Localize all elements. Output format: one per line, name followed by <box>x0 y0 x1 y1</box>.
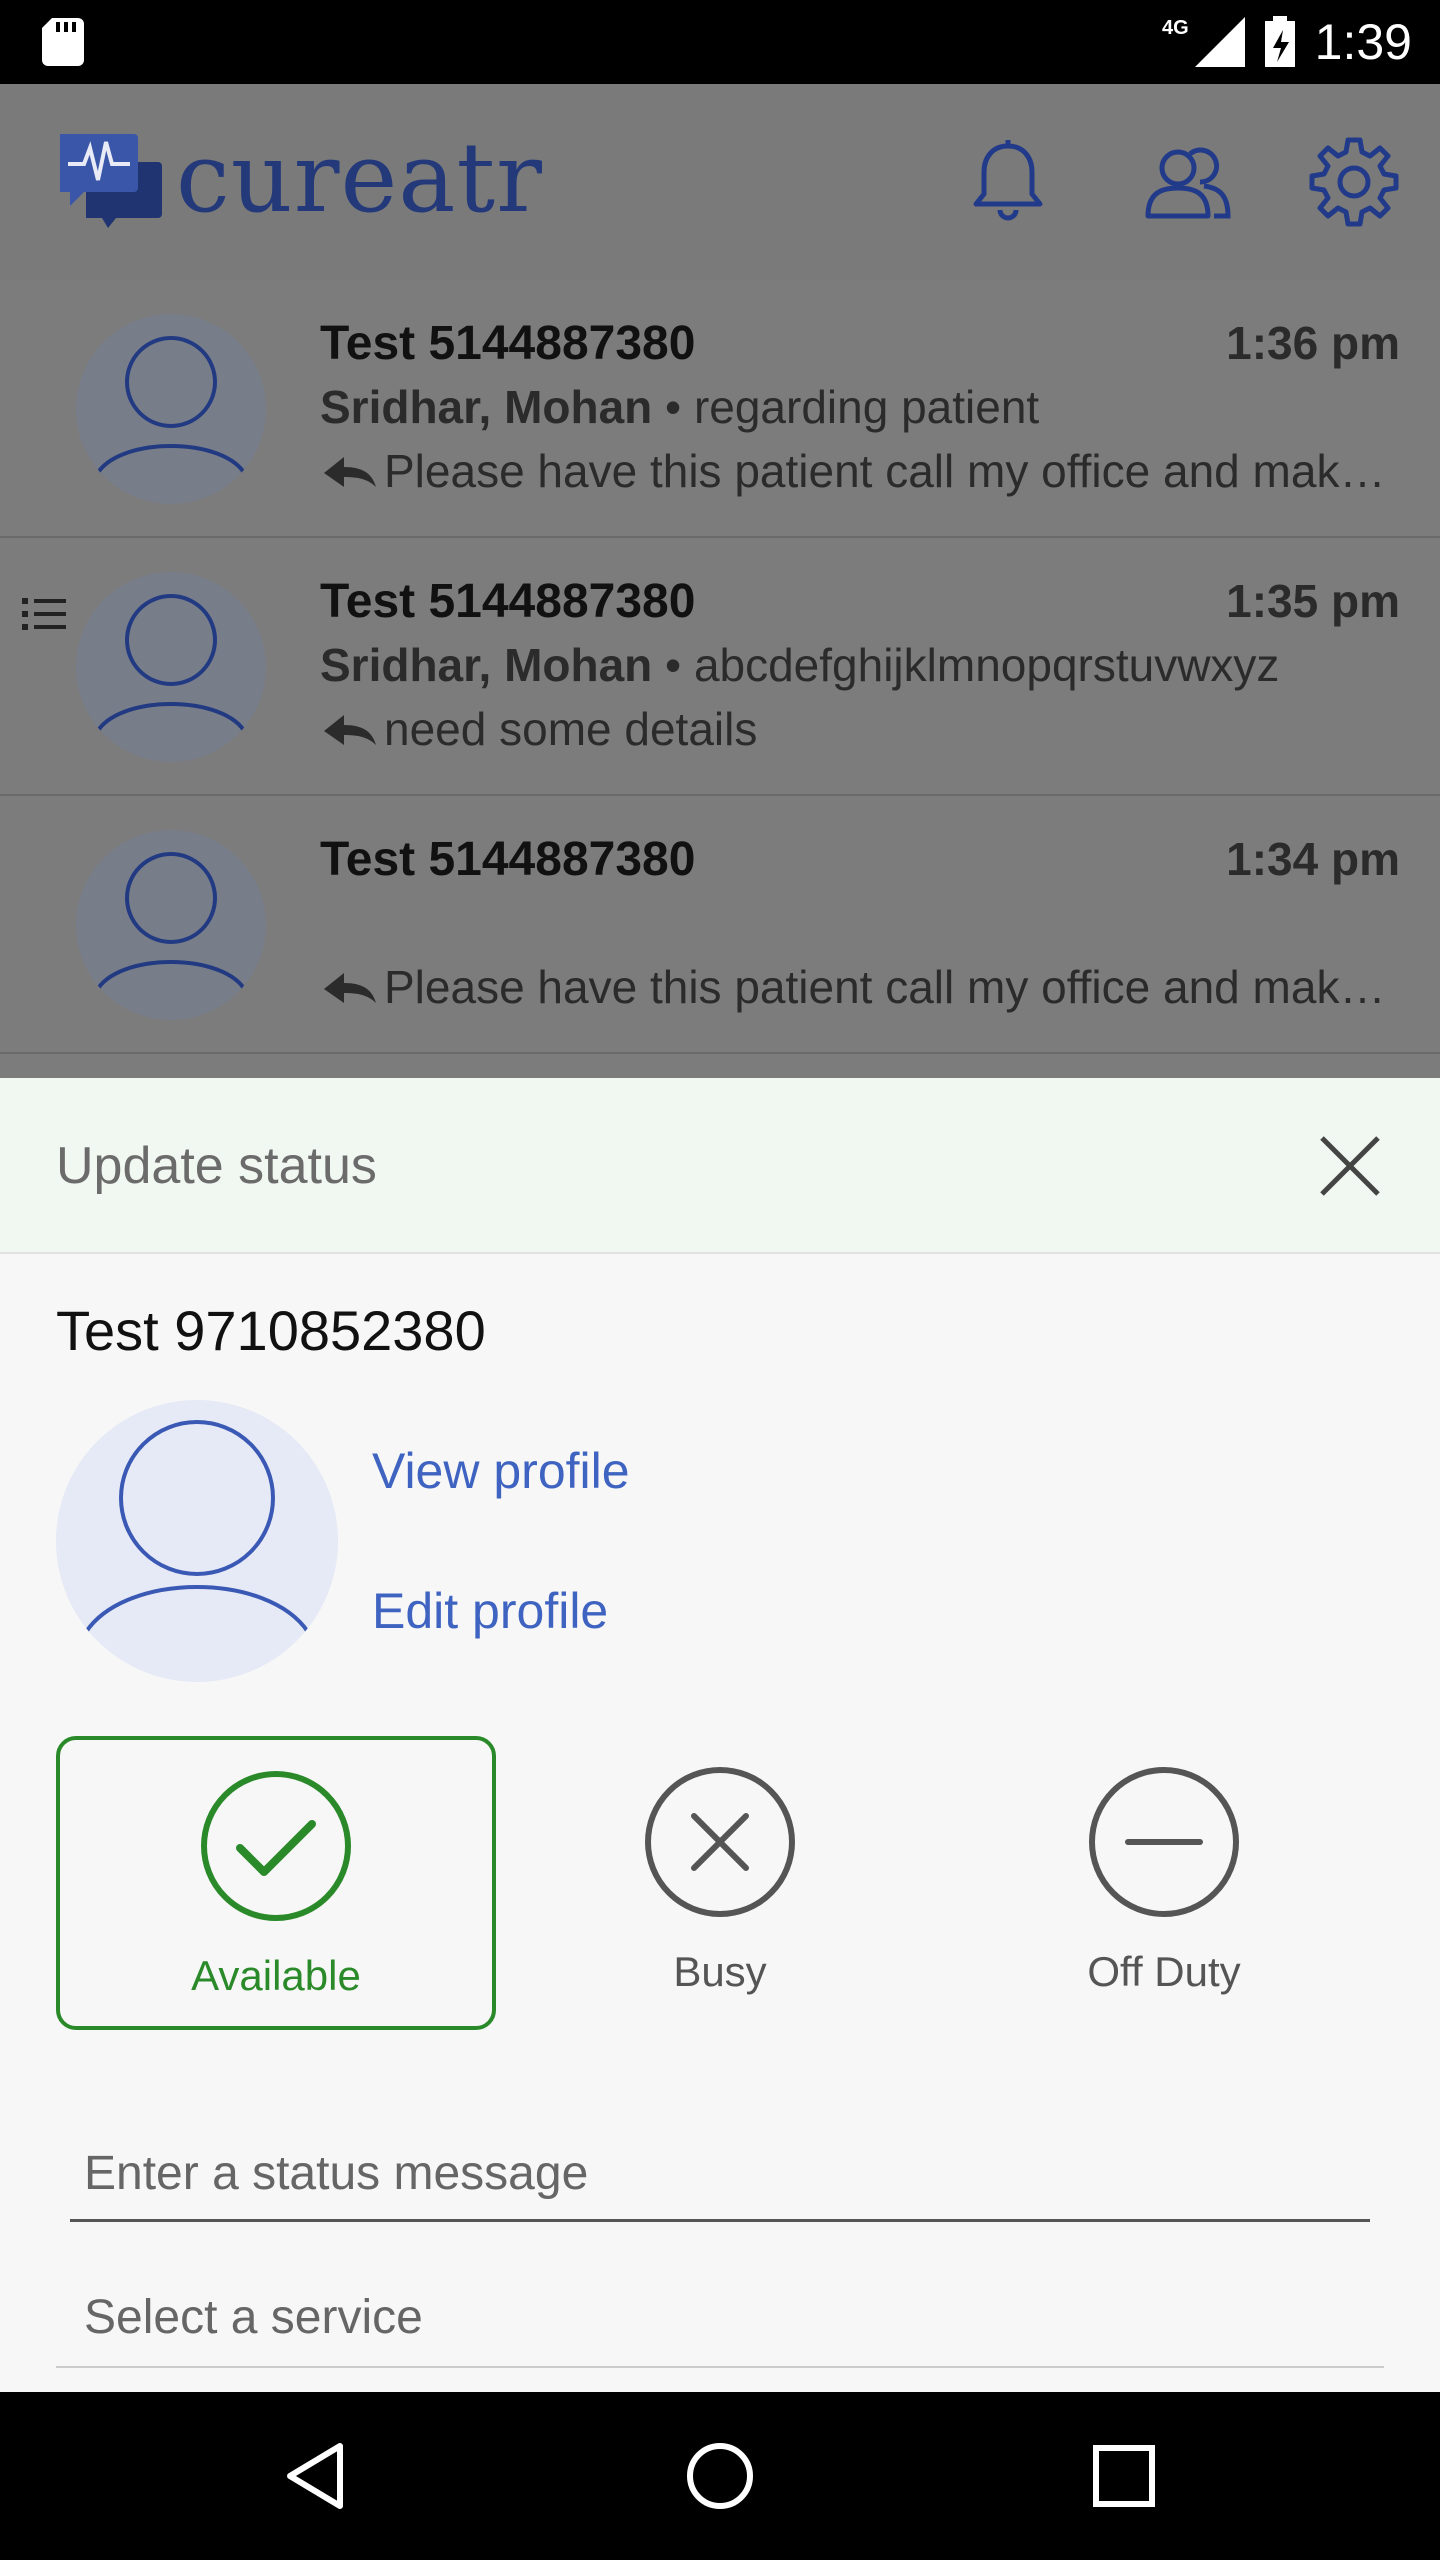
message-preview-text: need some details <box>384 703 758 755</box>
network-type: 4G <box>1161 16 1189 39</box>
app-logo: cureatr <box>58 128 543 228</box>
avatar <box>76 830 266 1020</box>
service-select[interactable]: Select a service <box>56 2274 1384 2368</box>
message-subject: regarding patient <box>693 381 1040 433</box>
profile-avatar <box>56 1400 338 1682</box>
status-message-field <box>70 2130 1370 2222</box>
avatar <box>76 572 266 762</box>
message-sender: Sridhar, Mohan <box>320 639 653 691</box>
status-off-duty-option[interactable]: Off Duty <box>944 1736 1384 2030</box>
message-subject: abcdefghijklmnopqrstuvwxyz <box>693 639 1280 691</box>
message-preview-text: Please have this patient call my office … <box>384 445 1410 497</box>
gear-icon[interactable] <box>1306 132 1402 228</box>
battery-icon <box>1264 16 1295 67</box>
status-label: Available <box>191 1952 361 1999</box>
contacts-icon[interactable] <box>1140 132 1236 228</box>
meta-separator: • <box>652 639 694 691</box>
sheet-header: Update status <box>0 1078 1440 1254</box>
close-icon[interactable] <box>1312 1128 1388 1204</box>
message-time: 1:35 pm <box>1226 575 1400 627</box>
check-circle-icon <box>201 1771 351 1921</box>
status-label: Busy <box>673 1948 767 1995</box>
message-list: Test 5144887380 1:36 pm Sridhar, Mohan •… <box>0 280 1440 1078</box>
message-preview: Please have this patient call my office … <box>320 444 1410 498</box>
list-item[interactable]: Test 5144887380 1:35 pm Sridhar, Mohan •… <box>0 538 1440 796</box>
message-title: Test 5144887380 <box>320 833 696 886</box>
status-available-option[interactable]: Available <box>56 1736 496 2030</box>
sheet-title: Update status <box>56 1137 377 1195</box>
message-preview-text: Please have this patient call my office … <box>384 961 1410 1013</box>
sd-card-icon <box>42 18 84 66</box>
message-meta: Sridhar, Mohan • abcdefghijklmnopqrstuvw… <box>320 638 1279 692</box>
app-bar: cureatr <box>0 84 1440 280</box>
message-title: Test 5144887380 <box>320 575 696 628</box>
reply-icon <box>324 457 376 487</box>
reply-icon <box>324 715 376 745</box>
status-label: Off Duty <box>1087 1948 1241 1995</box>
cureatr-logo-icon <box>60 134 162 228</box>
meta-separator: • <box>652 381 694 433</box>
recents-icon[interactable] <box>1084 2436 1164 2516</box>
list-icon[interactable] <box>20 592 68 636</box>
message-sender: Sridhar, Mohan <box>320 381 653 433</box>
update-status-sheet: Update status Test 9710852380 View profi… <box>0 1078 1440 2392</box>
bell-icon[interactable] <box>960 132 1056 228</box>
status-message-input[interactable] <box>70 2130 1370 2216</box>
navigation-bar <box>0 2392 1440 2560</box>
message-meta: Sridhar, Mohan • regarding patient <box>320 380 1039 434</box>
clock: 1:39 <box>1314 14 1412 70</box>
signal-icon <box>1194 17 1245 67</box>
avatar <box>76 314 266 504</box>
message-title: Test 5144887380 <box>320 317 696 370</box>
edit-profile-link[interactable]: Edit profile <box>372 1582 608 1640</box>
back-icon[interactable] <box>276 2436 356 2516</box>
user-name: Test 9710852380 <box>56 1299 486 1362</box>
list-item[interactable]: Test 5144887380 1:36 pm Sridhar, Mohan •… <box>0 280 1440 538</box>
x-circle-icon <box>645 1767 795 1917</box>
home-icon[interactable] <box>680 2436 760 2516</box>
message-preview: Please have this patient call my office … <box>320 960 1410 1014</box>
message-time: 1:34 pm <box>1226 833 1400 885</box>
message-time: 1:36 pm <box>1226 317 1400 369</box>
service-select-placeholder: Select a service <box>84 2291 423 2344</box>
reply-icon <box>324 973 376 1003</box>
view-profile-link[interactable]: View profile <box>372 1442 630 1500</box>
status-bar: 4G 1:39 <box>0 0 1440 84</box>
app-name: cureatr <box>176 122 543 234</box>
minus-circle-icon <box>1089 1767 1239 1917</box>
list-item[interactable]: Test 5144887380 1:34 pm Please have this… <box>0 796 1440 1054</box>
status-busy-option[interactable]: Busy <box>500 1736 940 2030</box>
message-preview: need some details <box>320 702 1410 756</box>
